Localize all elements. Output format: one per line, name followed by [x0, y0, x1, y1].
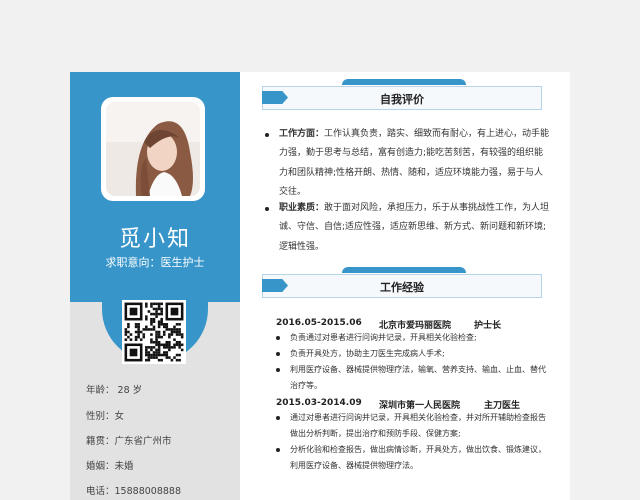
qr-code	[122, 300, 186, 364]
section-tab-decoration	[342, 79, 466, 85]
info-value: 未婚	[114, 461, 134, 472]
profile-photo	[106, 102, 200, 196]
info-value: 28 岁	[114, 385, 143, 396]
info-value: 15888008888	[114, 486, 182, 497]
job-date: 2016.05-2015.06	[276, 318, 362, 328]
item-text: 工作认真负责，踏实、细致而有耐心，有上进心，动手能力强，勤于思考与总结，富有创造…	[279, 129, 550, 197]
self-eval-item: 工作方面：工作认真负责，踏实、细致而有耐心，有上进心，动手能力强，勤于思考与总结…	[265, 125, 551, 202]
candidate-name: 觅小知	[118, 227, 191, 252]
info-label: 年龄：	[86, 385, 115, 396]
job-intent: 求职意向：医生护士	[105, 256, 205, 269]
bullet-icon	[276, 336, 280, 340]
resume-page: 觅小知 求职意向：医生护士 年龄： 28 岁 性别：女 籍贯：广东省广州市 婚姻…	[70, 72, 570, 500]
section-tab-decoration	[342, 267, 466, 273]
info-value: 广东省广州市	[114, 436, 172, 447]
info-marital: 婚姻：未婚	[86, 458, 134, 472]
section-title: 工作经验	[380, 281, 424, 294]
bullet-text: 负责开具处方，协助主刀医生完成病人手术;	[290, 349, 445, 358]
bullet-icon	[276, 368, 280, 372]
self-eval-item: 职业素质：敢于面对风险，承担压力，乐于从事挑战性工作，为人坦诚、守信、自信;适应…	[265, 199, 551, 257]
bullet-text: 分析化验和检查报告，做出病情诊断，开具处方，做出饮食、锻炼建议，利用医疗设备、器…	[290, 445, 546, 470]
bullet-text: 负责通过对患者进行问询并记录，开具相关化验检查;	[290, 333, 477, 342]
info-phone: 电话：15888008888	[86, 483, 181, 497]
info-value: 女	[114, 411, 125, 422]
bullet-icon	[265, 207, 269, 211]
bullet-icon	[276, 448, 280, 452]
main-content: 自我评价 工作方面：工作认真负责，踏实、细致而有耐心，有上进心，动手能力强，勤于…	[240, 72, 570, 500]
job-date: 2015.03-2014.09	[276, 398, 362, 408]
item-label: 工作方面：	[279, 129, 325, 139]
section-header-self-eval: 自我评价	[262, 86, 542, 110]
section-title: 自我评价	[380, 93, 424, 106]
bullet-text: 通过对患者进行问询并记录，开具相关化验检查，并对所开辅助检查报告做出分析判断，提…	[290, 413, 546, 438]
job-bullet: 负责通过对患者进行问询并记录，开具相关化验检查;	[276, 330, 550, 346]
job-bullet: 分析化验和检查报告，做出病情诊断，开具处方，做出饮食、锻炼建议，利用医疗设备、器…	[276, 442, 550, 474]
job-bullet: 利用医疗设备、器械提供物理疗法，输氧、营养支持、输血、止血、替代治疗等。	[276, 362, 550, 394]
info-label: 籍贯：	[86, 436, 115, 447]
info-gender: 性别：女	[86, 408, 124, 422]
bullet-text: 利用医疗设备、器械提供物理疗法，输氧、营养支持、输血、止血、替代治疗等。	[290, 365, 546, 390]
sidebar: 觅小知 求职意向：医生护士 年龄： 28 岁 性别：女 籍贯：广东省广州市 婚姻…	[70, 72, 240, 500]
bullet-icon	[265, 133, 269, 137]
bullet-icon	[276, 352, 280, 356]
info-age: 年龄： 28 岁	[86, 382, 142, 396]
section-header-experience: 工作经验	[262, 274, 542, 298]
item-label: 职业素质：	[279, 203, 325, 213]
info-hometown: 籍贯：广东省广州市	[86, 433, 172, 447]
info-label: 电话：	[86, 486, 115, 497]
info-label: 婚姻：	[86, 461, 115, 472]
job-bullet: 负责开具处方，协助主刀医生完成病人手术;	[276, 346, 550, 362]
bullet-icon	[276, 416, 280, 420]
info-label: 性别：	[86, 411, 115, 422]
job-bullet: 通过对患者进行问询并记录，开具相关化验检查，并对所开辅助检查报告做出分析判断，提…	[276, 410, 550, 442]
